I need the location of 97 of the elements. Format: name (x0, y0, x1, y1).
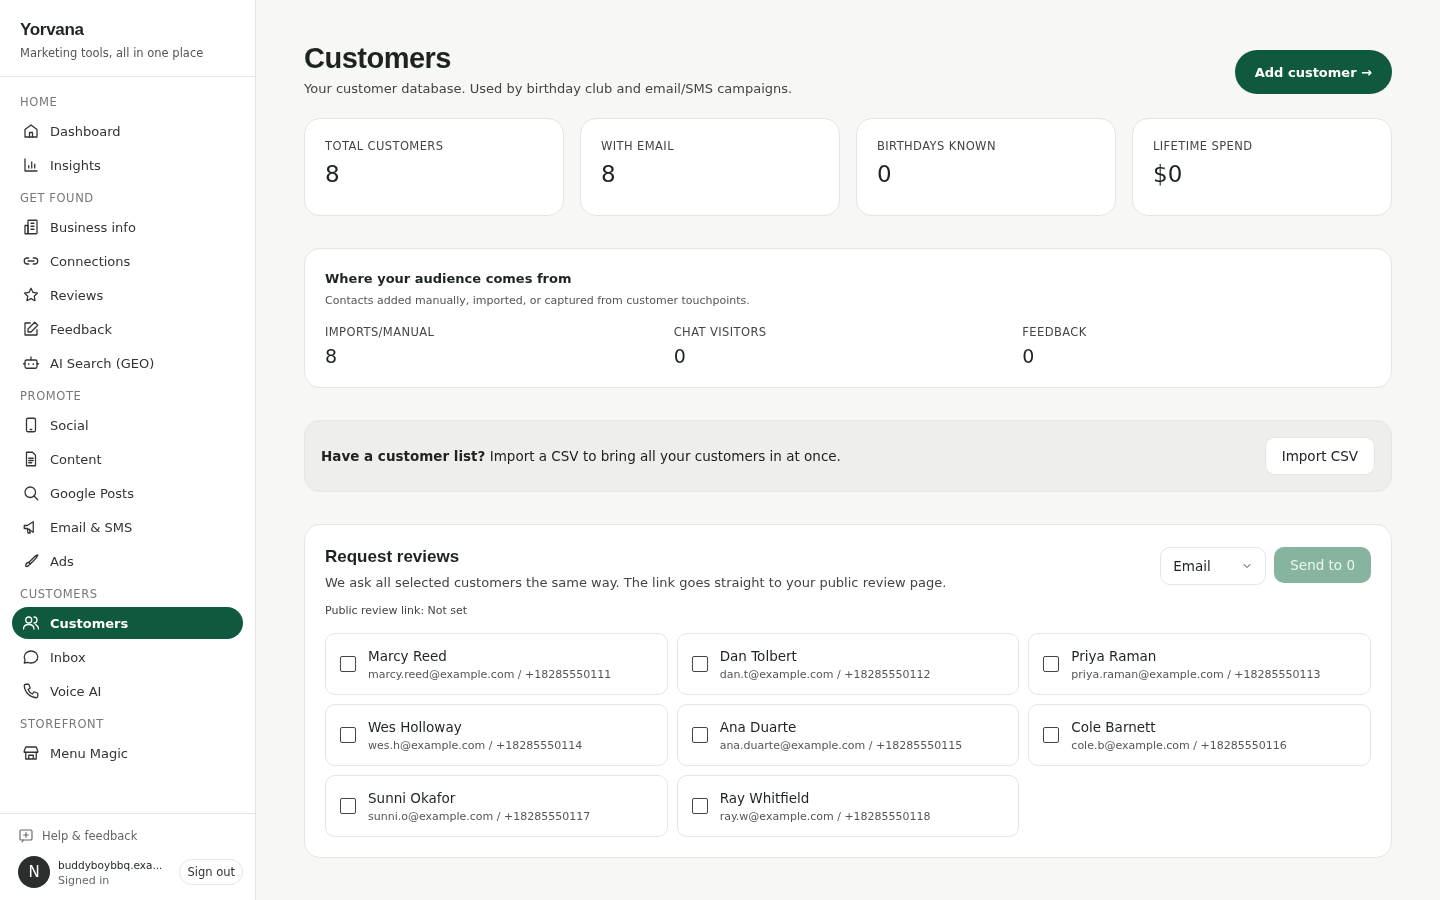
customer-option[interactable]: Priya Raman priya.raman@example.com / +18285550113 (1028, 633, 1371, 695)
stat-value: 8 (325, 161, 341, 187)
bar-chart-icon (22, 156, 40, 174)
home-icon (22, 122, 40, 140)
nav-section-title: GET FOUND (20, 191, 95, 205)
nav-item[interactable]: Insights (12, 149, 243, 181)
banner-text: Have a customer list? Import a CSV to bring all your customers in at once. (321, 448, 841, 464)
customer-name: Ray Whitfield (719, 789, 811, 806)
checkbox[interactable] (340, 798, 356, 814)
nav-item[interactable]: Reviews (12, 279, 243, 311)
source-label: CHAT VISITORS (673, 325, 768, 339)
nav-item[interactable]: Inbox (12, 641, 243, 673)
page-subtitle: Your customer database. Used by birthday club and email/SMS campaigns. (304, 81, 793, 96)
edit-icon (22, 320, 40, 338)
customer-option[interactable]: Dan Tolbert dan.t@example.com / +18285550112 (676, 633, 1020, 695)
stat-label: TOTAL CUSTOMERS (325, 139, 445, 153)
checkbox[interactable] (691, 656, 708, 672)
storefront-icon (22, 744, 40, 762)
nav-item[interactable]: Menu Magic (12, 737, 243, 769)
checkbox[interactable] (691, 727, 708, 743)
card-title: Request reviews (325, 547, 461, 567)
star-icon (22, 286, 40, 304)
checkbox[interactable] (340, 727, 356, 743)
signed-in-status: Signed in (58, 873, 111, 887)
page-title: Customers (304, 42, 452, 75)
stat-value: $0 (1153, 161, 1184, 187)
nav-item[interactable]: Feedback (12, 313, 243, 345)
stat-value: 8 (601, 161, 617, 187)
nav-item[interactable]: Voice AI (12, 675, 243, 707)
customer-contact: sunni.o@example.com / +18285550117 (368, 809, 591, 823)
customer-name: Sunni Okafor (368, 789, 457, 806)
customer-option[interactable]: Sunni Okafor sunni.o@example.com / +18285550117 (325, 775, 668, 837)
stat-value: 0 (877, 161, 893, 187)
nav-section-title: STOREFRONT (20, 717, 105, 731)
customer-contact: dan.t@example.com / +18285550112 (719, 667, 931, 681)
sign-out-button[interactable]: Sign out (179, 859, 243, 885)
customer-name: Ana Duarte (719, 718, 798, 735)
add-customer-button[interactable]: Add customer → (1234, 50, 1392, 94)
customer-option[interactable]: Ana Duarte ana.duarte@example.com / +18285550115 (676, 704, 1020, 766)
customer-option[interactable]: Cole Barnett cole.b@example.com / +18285550116 (1028, 704, 1371, 766)
nav-section-title: PROMOTE (20, 389, 83, 403)
customer-option[interactable]: Ray Whitfield ray.w@example.com / +18285550118 (676, 775, 1020, 837)
source-label: FEEDBACK (1022, 325, 1088, 339)
customer-name: Cole Barnett (1071, 718, 1157, 735)
customer-contact: cole.b@example.com / +18285550116 (1071, 738, 1287, 752)
source-value: 0 (1022, 345, 1036, 367)
nav-item[interactable]: Google Posts (12, 477, 243, 509)
nav-item[interactable]: Business info (12, 211, 243, 243)
customer-name: Wes Holloway (368, 718, 463, 735)
users-icon (22, 614, 40, 632)
channel-dropdown[interactable]: Email (1160, 547, 1267, 585)
user-email: buddyboybbq.exa... (58, 857, 164, 872)
customer-contact: marcy.reed@example.com / +18285550111 (368, 667, 612, 681)
customer-name: Marcy Reed (368, 647, 448, 664)
card-title: Where your audience comes from (325, 271, 573, 286)
phone-handset-icon (22, 682, 40, 700)
help-link[interactable]: Help & feedback (18, 828, 243, 844)
nav-item[interactable]: Social (12, 409, 243, 441)
nav-section-title: HOME (20, 95, 59, 109)
import-csv-button[interactable]: Import CSV (1264, 437, 1375, 475)
chat-bubble-icon (22, 648, 40, 666)
customer-contact: ana.duarte@example.com / +18285550115 (719, 738, 963, 752)
nav-item[interactable]: Dashboard (12, 115, 243, 147)
nav-item[interactable]: Connections (12, 245, 243, 277)
nav-item[interactable]: Content (12, 443, 243, 475)
nav-section-title: CUSTOMERS (20, 587, 99, 601)
customer-contact: priya.raman@example.com / +18285550113 (1071, 667, 1321, 681)
user-avatar: N (18, 856, 50, 888)
review-link-note: Public review link: Not set (325, 604, 469, 617)
nav-item[interactable]: Email & SMS (12, 511, 243, 543)
building-icon (22, 218, 40, 236)
stat-label: BIRTHDAYS KNOWN (877, 139, 997, 153)
card-subtitle: Contacts added manually, imported, or captured from customer touchpoints. (325, 294, 751, 307)
customer-name: Dan Tolbert (719, 647, 798, 664)
search-icon (22, 484, 40, 502)
stat-label: WITH EMAIL (601, 139, 675, 153)
stat-label: LIFETIME SPEND (1153, 139, 1254, 153)
nav-item[interactable]: Ads (12, 545, 243, 577)
plus-square-icon (18, 828, 34, 844)
source-value: 0 (673, 345, 687, 367)
customer-contact: wes.h@example.com / +18285550114 (368, 738, 583, 752)
checkbox[interactable] (1043, 656, 1060, 672)
brand-tagline: Marketing tools, all in one place (20, 46, 205, 60)
source-label: IMPORTS/MANUAL (325, 325, 436, 339)
card-subtitle: We ask all selected customers the same way. The link goes straight to your public review page. (325, 575, 947, 590)
checkbox[interactable] (340, 656, 356, 672)
robot-icon (22, 354, 40, 372)
customer-option[interactable]: Wes Holloway wes.h@example.com / +18285550114 (325, 704, 668, 766)
nav-item[interactable]: AI Search (GEO) (12, 347, 243, 379)
customer-name: Priya Raman (1071, 647, 1158, 664)
checkbox[interactable] (691, 798, 708, 814)
checkbox[interactable] (1043, 727, 1060, 743)
brand-logo: Yorvana (20, 20, 84, 39)
nav-item[interactable]: Customers (12, 607, 243, 639)
source-value: 8 (325, 345, 339, 367)
customer-contact: ray.w@example.com / +18285550118 (719, 809, 931, 823)
customer-option[interactable]: Marcy Reed marcy.reed@example.com / +18285550111 (325, 633, 668, 695)
